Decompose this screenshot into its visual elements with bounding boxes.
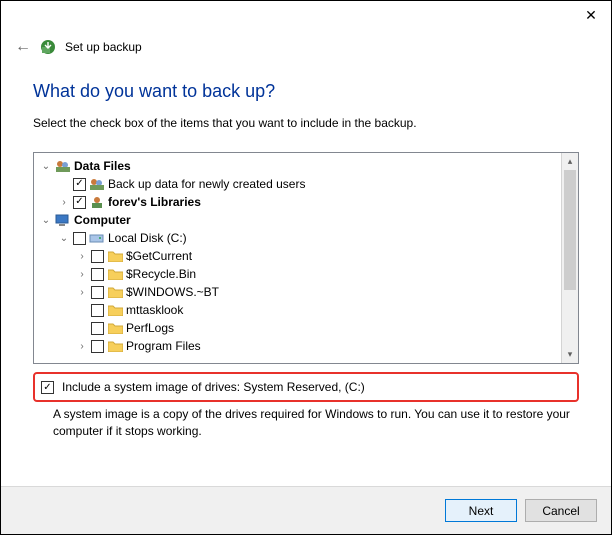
- titlebar: ✕: [1, 1, 611, 29]
- system-image-note: A system image is a copy of the drives r…: [33, 402, 579, 440]
- people-icon: [89, 177, 105, 191]
- tree-row-folder[interactable]: › Program Files: [38, 337, 574, 355]
- chevron-right-icon[interactable]: ›: [76, 341, 88, 352]
- checkbox-icon[interactable]: [73, 178, 86, 191]
- chevron-right-icon[interactable]: ›: [76, 269, 88, 280]
- tree-row-new-users[interactable]: Back up data for newly created users: [38, 175, 574, 193]
- checkbox-icon[interactable]: [41, 381, 54, 394]
- backup-icon: [39, 38, 57, 56]
- checkbox-icon[interactable]: [91, 322, 104, 335]
- checkbox-icon[interactable]: [91, 250, 104, 263]
- tree-row-folder[interactable]: mttasklook: [38, 301, 574, 319]
- tree-label: Back up data for newly created users: [108, 177, 305, 191]
- drive-icon: [89, 232, 105, 244]
- tree-label: $GetCurrent: [126, 249, 192, 263]
- content-area: What do you want to back up? Select the …: [1, 59, 611, 479]
- backup-tree: ⌄ Data Files Back up data for newly crea…: [33, 152, 579, 364]
- scroll-up-icon[interactable]: ▴: [562, 153, 578, 170]
- scroll-thumb[interactable]: [564, 170, 576, 290]
- chevron-right-icon[interactable]: ›: [58, 197, 70, 208]
- chevron-down-icon[interactable]: ⌄: [40, 161, 52, 172]
- computer-icon: [55, 213, 71, 227]
- wizard-header: ← Set up backup: [1, 29, 611, 59]
- tree-row-local-disk[interactable]: ⌄ Local Disk (C:): [38, 229, 574, 247]
- tree-row-folder[interactable]: › $WINDOWS.~BT: [38, 283, 574, 301]
- folder-icon: [107, 304, 123, 316]
- tree-row-folder[interactable]: PerfLogs: [38, 319, 574, 337]
- chevron-down-icon[interactable]: ⌄: [40, 215, 52, 226]
- checkbox-icon[interactable]: [91, 340, 104, 353]
- scroll-track[interactable]: [562, 290, 578, 346]
- tree-label: forev's Libraries: [108, 195, 201, 209]
- tree-row-folder[interactable]: › $Recycle.Bin: [38, 265, 574, 283]
- tree-row-computer[interactable]: ⌄ Computer: [38, 211, 574, 229]
- tree-label: Computer: [74, 213, 131, 227]
- checkbox-icon[interactable]: [73, 232, 86, 245]
- folder-icon: [107, 286, 123, 298]
- folder-icon: [107, 340, 123, 352]
- tree-label: $WINDOWS.~BT: [126, 285, 219, 299]
- tree-label: $Recycle.Bin: [126, 267, 196, 281]
- close-button[interactable]: ✕: [571, 1, 611, 29]
- tree-row-folder[interactable]: › $GetCurrent: [38, 247, 574, 265]
- back-icon[interactable]: ←: [15, 39, 31, 55]
- system-image-option[interactable]: Include a system image of drives: System…: [33, 372, 579, 402]
- next-button[interactable]: Next: [445, 499, 517, 522]
- person-icon: [89, 195, 105, 209]
- tree-label: Data Files: [74, 159, 131, 173]
- wizard-title: Set up backup: [65, 40, 142, 54]
- scroll-down-icon[interactable]: ▾: [562, 346, 578, 363]
- cancel-button[interactable]: Cancel: [525, 499, 597, 522]
- checkbox-icon[interactable]: [91, 304, 104, 317]
- tree-row-data-files[interactable]: ⌄ Data Files: [38, 157, 574, 175]
- chevron-right-icon[interactable]: ›: [76, 287, 88, 298]
- page-heading: What do you want to back up?: [33, 81, 579, 102]
- checkbox-icon[interactable]: [73, 196, 86, 209]
- system-image-label: Include a system image of drives: System…: [62, 380, 365, 394]
- checkbox-icon[interactable]: [91, 286, 104, 299]
- scrollbar[interactable]: ▴ ▾: [561, 153, 578, 363]
- tree-row-libraries[interactable]: › forev's Libraries: [38, 193, 574, 211]
- wizard-footer: Next Cancel: [1, 486, 611, 534]
- tree-label: mttasklook: [126, 303, 183, 317]
- tree-label: PerfLogs: [126, 321, 174, 335]
- page-description: Select the check box of the items that y…: [33, 116, 579, 130]
- chevron-right-icon[interactable]: ›: [76, 251, 88, 262]
- people-icon: [55, 159, 71, 173]
- folder-icon: [107, 322, 123, 334]
- tree-label: Local Disk (C:): [108, 231, 187, 245]
- folder-icon: [107, 268, 123, 280]
- folder-icon: [107, 250, 123, 262]
- checkbox-icon[interactable]: [91, 268, 104, 281]
- tree-label: Program Files: [126, 339, 201, 353]
- chevron-down-icon[interactable]: ⌄: [58, 233, 70, 244]
